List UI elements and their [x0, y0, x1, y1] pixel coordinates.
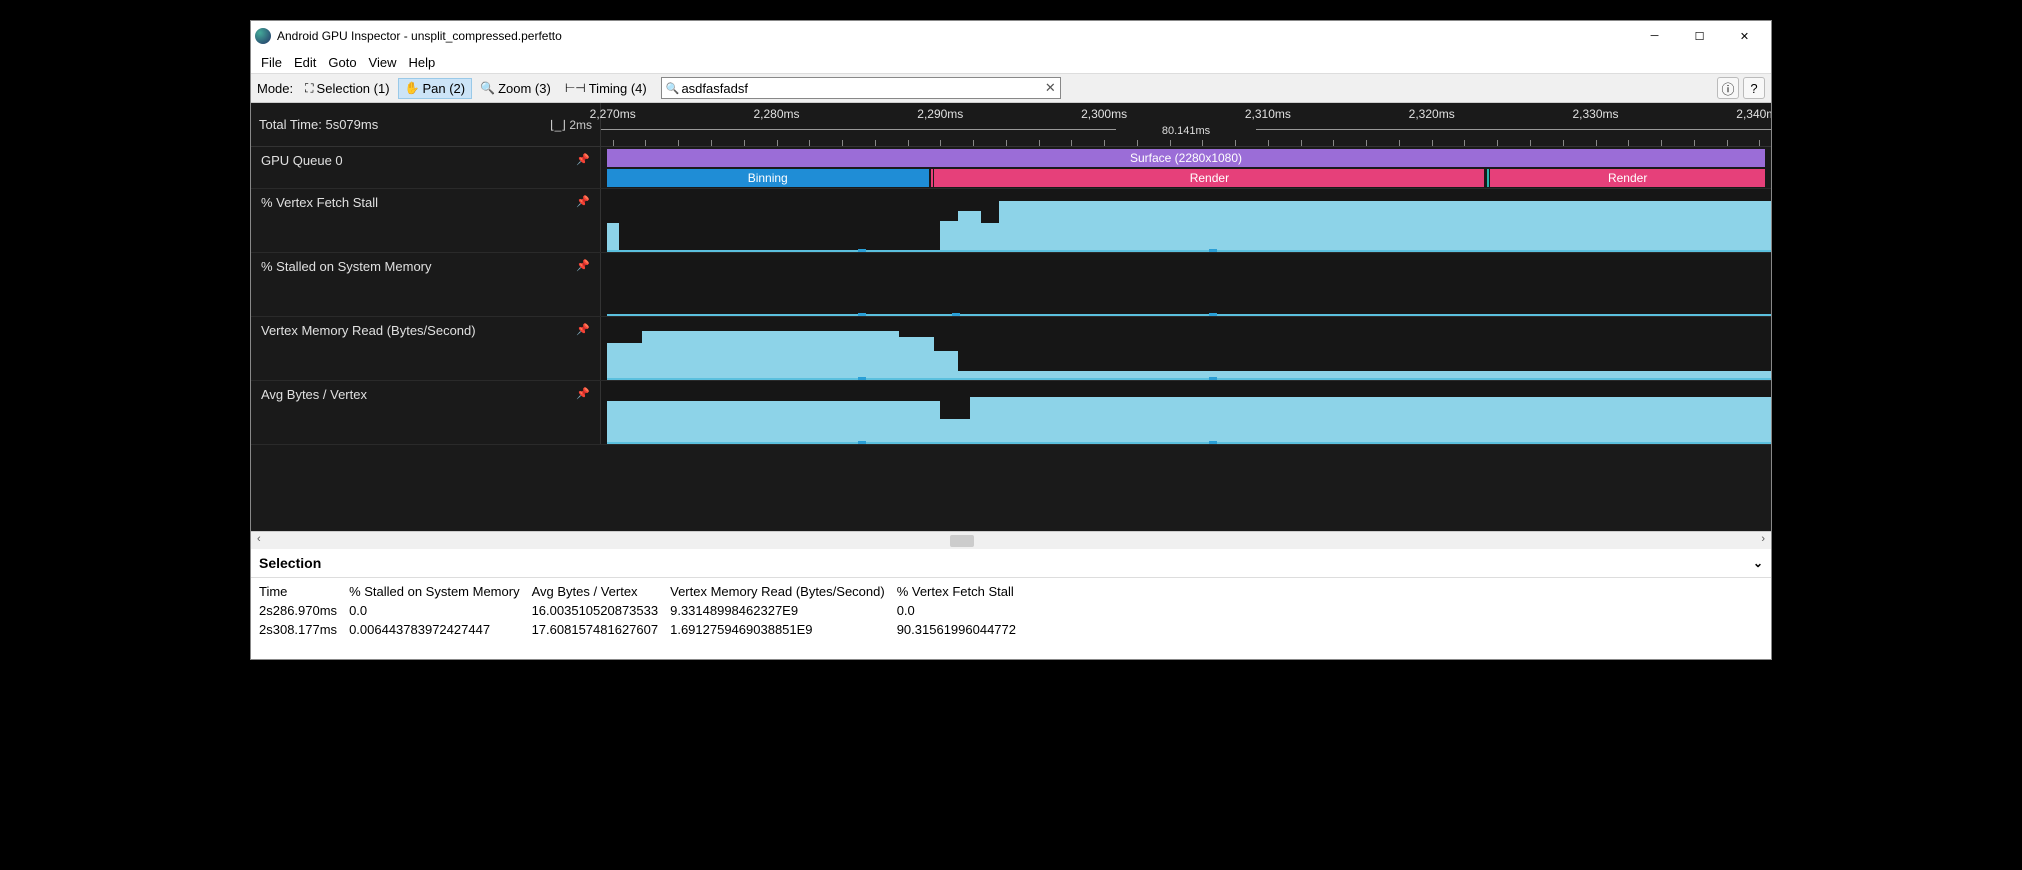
search-icon: 🔍 [666, 82, 680, 95]
selection-table: Time % Stalled on System Memory Avg Byte… [251, 578, 1771, 659]
zoom-icon: 🔍 [480, 81, 495, 95]
selection-panel: Selection ⌄ Time % Stalled on System Mem… [251, 549, 1771, 659]
col-time[interactable]: Time [257, 582, 347, 601]
ruler-tick: 2,340ms [1736, 107, 1771, 121]
timeline-scale: ⌊_⌋ 2ms [550, 118, 592, 132]
selection-header[interactable]: Selection ⌄ [251, 549, 1771, 578]
minimize-button[interactable]: ─ [1632, 22, 1677, 50]
toolbar-right: ⓘ ? [1717, 77, 1765, 99]
timeline-view[interactable]: Total Time: 5s079ms ⌊_⌋ 2ms 80.141ms 2,2… [251, 103, 1771, 531]
menu-view[interactable]: View [363, 53, 403, 72]
timeline-ruler[interactable]: 80.141ms 2,270ms2,280ms2,290ms2,300ms2,3… [601, 103, 1771, 146]
chevron-down-icon[interactable]: ⌄ [1753, 556, 1763, 570]
table-row[interactable]: 2s286.970ms 0.0 16.003510520873533 9.331… [257, 601, 1026, 620]
timing-icon: ⊢⊣ [565, 81, 586, 95]
menu-help[interactable]: Help [403, 53, 442, 72]
titlebar: Android GPU Inspector - unsplit_compress… [251, 21, 1771, 51]
track-label: GPU Queue 0 [261, 153, 343, 168]
scroll-thumb[interactable] [950, 535, 974, 547]
vmr-content[interactable] [601, 317, 1771, 380]
ruler-tick: 2,300ms [1081, 107, 1127, 121]
ruler-tick: 2,330ms [1572, 107, 1618, 121]
col-vfs[interactable]: % Vertex Fetch Stall [895, 582, 1026, 601]
mode-selection[interactable]: ⛶Selection (1) [299, 79, 395, 98]
table-header-row: Time % Stalled on System Memory Avg Byte… [257, 582, 1026, 601]
mode-zoom[interactable]: 🔍Zoom (3) [474, 79, 557, 98]
pin-icon[interactable]: 📌 [576, 323, 590, 336]
toolbar: Mode: ⛶Selection (1) ✋Pan (2) 🔍Zoom (3) … [251, 73, 1771, 103]
mode-pan[interactable]: ✋Pan (2) [398, 78, 473, 99]
bar-binning[interactable]: Binning [607, 169, 929, 187]
ruler-tick: 2,270ms [590, 107, 636, 121]
timeline-header-left: Total Time: 5s079ms ⌊_⌋ 2ms [251, 103, 601, 146]
col-vmr[interactable]: Vertex Memory Read (Bytes/Second) [668, 582, 895, 601]
app-window: Android GPU Inspector - unsplit_compress… [250, 20, 1772, 660]
table-row[interactable]: 2s308.177ms 0.006443783972427447 17.6081… [257, 620, 1026, 639]
track-avg-bytes-vertex: Avg Bytes / Vertex 📌 [251, 381, 1771, 445]
timeline-span-label: 80.141ms [1162, 125, 1210, 137]
track-label: Vertex Memory Read (Bytes/Second) [261, 323, 476, 338]
scroll-right-icon[interactable]: › [1761, 533, 1765, 545]
timeline-header: Total Time: 5s079ms ⌊_⌋ 2ms 80.141ms 2,2… [251, 103, 1771, 147]
horizontal-scrollbar[interactable]: ‹ › [251, 531, 1771, 549]
track-vertex-memory-read: Vertex Memory Read (Bytes/Second) 📌 [251, 317, 1771, 381]
pin-icon[interactable]: 📌 [576, 195, 590, 208]
window-controls: ─ ☐ ✕ [1632, 22, 1767, 50]
maximize-button[interactable]: ☐ [1677, 22, 1722, 50]
track-label: Avg Bytes / Vertex [261, 387, 367, 402]
selection-title: Selection [259, 555, 321, 571]
total-time-label: Total Time: 5s079ms [259, 117, 378, 132]
track-label: % Vertex Fetch Stall [261, 195, 378, 210]
ruler-tick: 2,320ms [1409, 107, 1455, 121]
ruler-tick: 2,290ms [917, 107, 963, 121]
info-button[interactable]: ⓘ [1717, 77, 1739, 99]
menu-goto[interactable]: Goto [322, 53, 362, 72]
app-icon [255, 28, 271, 44]
bar-surface[interactable]: Surface (2280x1080) [607, 149, 1765, 167]
col-ssm[interactable]: % Stalled on System Memory [347, 582, 530, 601]
pan-icon: ✋ [405, 81, 420, 95]
track-vertex-fetch-stall: % Vertex Fetch Stall 📌 [251, 189, 1771, 253]
menubar: File Edit Goto View Help [251, 51, 1771, 73]
abv-content[interactable] [601, 381, 1771, 444]
track-label: % Stalled on System Memory [261, 259, 432, 274]
track-stalled-system-memory: % Stalled on System Memory 📌 [251, 253, 1771, 317]
ruler-tick: 2,310ms [1245, 107, 1291, 121]
search-input[interactable] [681, 81, 1044, 96]
bar-render1[interactable]: Render [934, 169, 1484, 187]
ruler-tick: 2,280ms [753, 107, 799, 121]
mode-label: Mode: [257, 81, 293, 96]
scroll-left-icon[interactable]: ‹ [257, 533, 261, 545]
bar-render2[interactable]: Render [1490, 169, 1765, 187]
vfs-content[interactable] [601, 189, 1771, 252]
clear-search-icon[interactable]: ✕ [1045, 80, 1056, 96]
menu-edit[interactable]: Edit [288, 53, 322, 72]
track-gpu-queue: GPU Queue 0 📌 Surface (2280x1080) Binning… [251, 147, 1771, 189]
window-title: Android GPU Inspector - unsplit_compress… [277, 29, 1632, 43]
menu-file[interactable]: File [255, 53, 288, 72]
pin-icon[interactable]: 📌 [576, 259, 590, 272]
mode-timing[interactable]: ⊢⊣Timing (4) [559, 79, 653, 98]
pin-icon[interactable]: 📌 [576, 387, 590, 400]
gpu-queue-content[interactable]: Surface (2280x1080) Binning Render Rende… [601, 147, 1771, 188]
pin-icon[interactable]: 📌 [576, 153, 590, 166]
col-abv[interactable]: Avg Bytes / Vertex [530, 582, 669, 601]
close-button[interactable]: ✕ [1722, 22, 1767, 50]
ssm-content[interactable] [601, 253, 1771, 316]
selection-icon: ⛶ [305, 81, 313, 96]
help-button[interactable]: ? [1743, 77, 1765, 99]
search-box: 🔍 ✕ [661, 77, 1061, 99]
